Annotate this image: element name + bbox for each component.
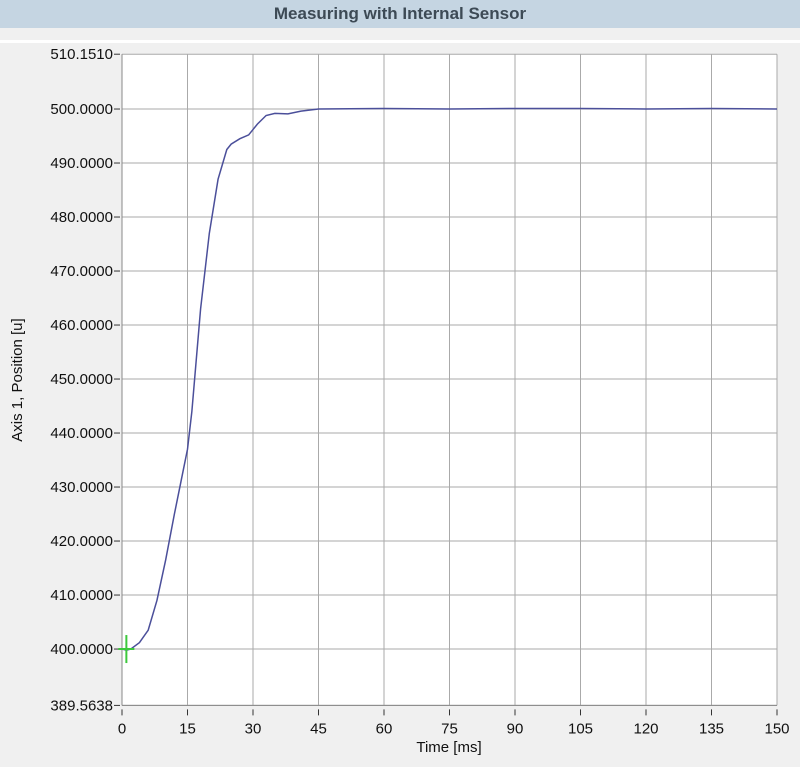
y-tick-label: 400.0000: [50, 641, 113, 658]
y-tick-label: 389.5638: [50, 697, 113, 714]
x-tick-label: 120: [633, 720, 658, 737]
y-tick-label: 410.0000: [50, 587, 113, 604]
y-tick-label: 470.0000: [50, 263, 113, 280]
x-tick-label: 135: [699, 720, 724, 737]
y-tick-label: 420.0000: [50, 533, 113, 550]
x-tick-label: 150: [764, 720, 789, 737]
y-tick-label: 430.0000: [50, 479, 113, 496]
y-tick-label: 500.0000: [50, 101, 113, 118]
y-tick-label: 510.1510: [50, 46, 113, 63]
y-axis-label: Axis 1, Position [u]: [9, 318, 26, 441]
y-tick-label: 450.0000: [50, 371, 113, 388]
x-tick-label: 90: [507, 720, 524, 737]
x-tick-label: 30: [245, 720, 262, 737]
x-axis-label: Time [ms]: [416, 739, 481, 756]
chart: 0 15 30 45 60 75 90 105 120 135 150 389.5638 400.000…: [9, 46, 790, 756]
x-tick-label: 105: [568, 720, 593, 737]
x-tick-label: 0: [118, 720, 126, 737]
y-tick-label: 460.0000: [50, 317, 113, 334]
x-tick-label: 15: [179, 720, 196, 737]
y-tick-label: 440.0000: [50, 425, 113, 442]
x-tick-label: 75: [441, 720, 458, 737]
x-tick-label: 45: [310, 720, 327, 737]
y-tick-label: 480.0000: [50, 209, 113, 226]
x-tick-label: 60: [376, 720, 393, 737]
y-tick-label: 490.0000: [50, 155, 113, 172]
